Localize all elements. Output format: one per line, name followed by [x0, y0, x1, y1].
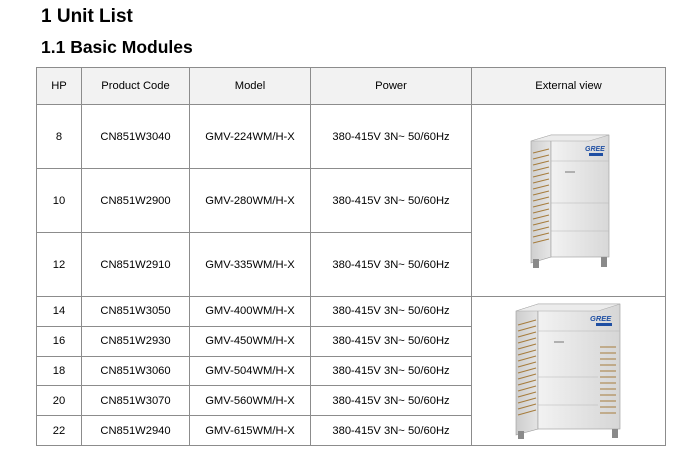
model-cell: GMV-560WM/H-X — [189, 385, 311, 417]
column-header-external-view: External view — [471, 67, 666, 105]
column-header-power: Power — [310, 67, 472, 105]
model-cell: GMV-335WM/H-X — [189, 232, 311, 297]
product-code-cell: CN851W3040 — [81, 104, 190, 169]
hp-cell: 14 — [36, 296, 82, 327]
model-cell: GMV-504WM/H-X — [189, 355, 311, 387]
hp-cell: 22 — [36, 415, 82, 446]
brand-logo-text: GREE — [585, 146, 605, 153]
external-view-cell: GREE — [471, 296, 666, 446]
hp-cell: 18 — [36, 355, 82, 387]
model-cell: GMV-400WM/H-X — [189, 296, 311, 327]
product-code-cell: CN851W2900 — [81, 168, 190, 233]
table-row: 8 CN851W3040 GMV-224WM/H-X 380-415V 3N~ … — [36, 104, 666, 297]
model-cell: GMV-615WM/H-X — [189, 415, 311, 446]
table-header-row: HP Product Code Model Power External vie… — [36, 67, 666, 105]
column-header-hp: HP — [36, 67, 82, 105]
section-title: 1 Unit List — [41, 6, 133, 27]
brand-logo-text: GREE — [590, 314, 612, 323]
product-code-cell: CN851W3050 — [81, 296, 190, 327]
power-cell: 380-415V 3N~ 50/60Hz — [310, 325, 472, 357]
unit-list-table: HP Product Code Model Power External vie… — [36, 67, 666, 446]
hp-cell: 12 — [36, 232, 82, 297]
table-row: 14 CN851W3050 GMV-400WM/H-X 380-415V 3N~… — [36, 296, 666, 446]
hp-cell: 8 — [36, 104, 82, 169]
power-cell: 380-415V 3N~ 50/60Hz — [310, 385, 472, 417]
power-cell: 380-415V 3N~ 50/60Hz — [310, 296, 472, 327]
power-cell: 380-415V 3N~ 50/60Hz — [310, 168, 472, 233]
model-cell: GMV-280WM/H-X — [189, 168, 311, 233]
product-code-cell: CN851W2940 — [81, 415, 190, 446]
power-cell: 380-415V 3N~ 50/60Hz — [310, 104, 472, 169]
model-cell: GMV-450WM/H-X — [189, 325, 311, 357]
external-view-cell: GREE — [471, 104, 666, 297]
power-cell: 380-415V 3N~ 50/60Hz — [310, 355, 472, 387]
hp-cell: 20 — [36, 385, 82, 417]
column-header-product-code: Product Code — [81, 67, 190, 105]
hp-cell: 10 — [36, 168, 82, 233]
power-cell: 380-415V 3N~ 50/60Hz — [310, 232, 472, 297]
model-cell: GMV-224WM/H-X — [189, 104, 311, 169]
power-cell: 380-415V 3N~ 50/60Hz — [310, 415, 472, 446]
product-code-cell: CN851W3060 — [81, 355, 190, 387]
product-code-cell: CN851W2930 — [81, 325, 190, 357]
column-header-model: Model — [189, 67, 311, 105]
product-code-cell: CN851W3070 — [81, 385, 190, 417]
hp-cell: 16 — [36, 325, 82, 357]
outdoor-unit-image: GREE — [530, 134, 609, 268]
product-code-cell: CN851W2910 — [81, 232, 190, 297]
outdoor-unit-image: GREE — [515, 303, 620, 439]
subsection-title: 1.1 Basic Modules — [41, 37, 193, 57]
